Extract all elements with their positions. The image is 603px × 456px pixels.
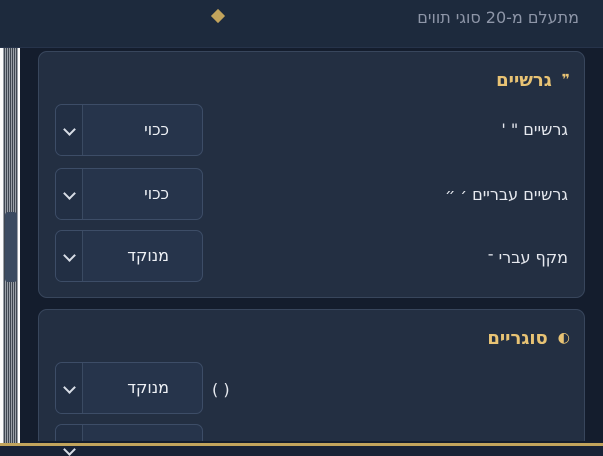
setting-select[interactable]: ככוי xyxy=(55,168,203,220)
select-value: מנוקד xyxy=(127,378,169,397)
chevron-down-icon[interactable] xyxy=(56,231,83,281)
chevron-down-icon[interactable] xyxy=(56,425,83,441)
scrollbar-thumb[interactable] xyxy=(5,212,17,282)
card-title: גרשיים xyxy=(496,69,552,91)
chevron-down-icon[interactable] xyxy=(56,105,83,155)
row-label: מקף עברי ־ xyxy=(487,248,568,267)
gold-accent-line xyxy=(0,443,603,446)
card-header: ❞ גרשיים xyxy=(496,68,570,92)
card-title: סוגריים xyxy=(487,327,548,349)
row-label: גרשיים " ' xyxy=(501,120,568,139)
select-value: מנוקד xyxy=(127,246,169,265)
row-label: גרשיים עבריים ׳ ״ xyxy=(444,185,568,204)
top-bar: מתעלם מ-20 סוגי תווים xyxy=(0,0,603,48)
paren-label: ( ) xyxy=(212,380,230,399)
select-value: ככוי xyxy=(144,184,169,203)
quotes-card: ❞ גרשיים גרשיים " ' ככוי גרשיים עבריים ׳… xyxy=(38,51,585,298)
half-circle-icon: ◐ xyxy=(557,330,570,346)
setting-select[interactable]: ככוי xyxy=(55,104,203,156)
chevron-down-icon[interactable] xyxy=(56,169,83,219)
select-value: ככוי xyxy=(144,120,169,139)
brackets-card: ◐ סוגריים מנוקד xyxy=(38,309,585,441)
setting-select[interactable]: מנוקד xyxy=(55,230,203,282)
quote-icon: ❞ xyxy=(561,72,570,88)
card-header: ◐ סוגריים xyxy=(487,326,570,350)
setting-select-partial[interactable] xyxy=(55,424,203,441)
diamond-icon xyxy=(210,8,226,24)
page-title: מתעלם מ-20 סוגי תווים xyxy=(417,8,579,27)
chevron-down-icon[interactable] xyxy=(56,363,83,413)
setting-select[interactable]: מנוקד xyxy=(55,362,203,414)
